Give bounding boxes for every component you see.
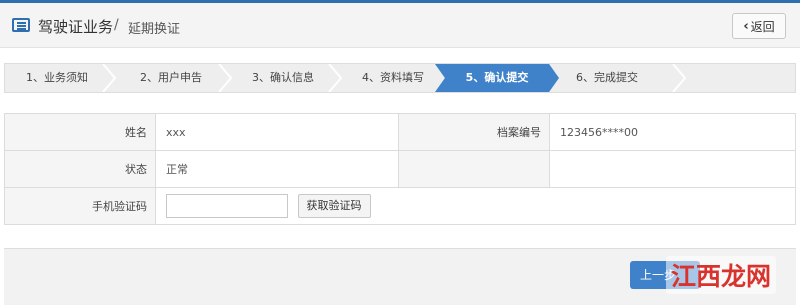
phone-code-input[interactable]	[166, 194, 288, 218]
empty-cell	[549, 150, 796, 188]
table-row: 姓名 xxx 档案编号 123456****00	[4, 113, 796, 151]
step-5-active: 5、确认提交	[435, 64, 559, 92]
step-label: 5、确认提交	[465, 71, 529, 84]
file-no-label: 档案编号	[398, 113, 550, 151]
step-label: 6、完成提交	[576, 71, 638, 84]
step-1: 1、业务须知	[5, 64, 109, 92]
phone-code-label: 手机验证码	[4, 187, 156, 225]
svg-text:江西龙网: 江西龙网	[671, 262, 771, 291]
get-code-button[interactable]: 获取验证码	[297, 194, 371, 218]
step-label: 3、确认信息	[252, 71, 314, 84]
breadcrumb-separator: /	[114, 17, 119, 33]
chevron-left-icon: ‹	[743, 18, 749, 34]
page-title: 驾驶证业务	[38, 18, 114, 36]
step-label: 4、资料填写	[362, 71, 424, 84]
table-row: 状态 正常	[4, 150, 796, 188]
table-row: 手机验证码 获取验证码	[4, 187, 796, 225]
empty-cell	[398, 150, 550, 188]
list-icon	[12, 18, 30, 32]
watermark-logo: 江西龙网	[666, 256, 776, 294]
back-button[interactable]: ‹ 返回	[732, 13, 786, 39]
name-value: xxx	[155, 113, 399, 151]
step-label: 2、用户申告	[140, 71, 202, 84]
step-3: 3、确认信息	[229, 64, 337, 92]
page-header: 驾驶证业务 / 延期换证 ‹ 返回	[0, 3, 800, 48]
step-4: 4、资料填写	[339, 64, 447, 92]
phone-code-cell: 获取验证码	[155, 187, 796, 225]
status-value: 正常	[155, 150, 399, 188]
step-divider-icon	[102, 64, 117, 92]
status-label: 状态	[4, 150, 156, 188]
name-label: 姓名	[4, 113, 156, 151]
step-6: 6、完成提交	[551, 64, 663, 92]
step-label: 1、业务须知	[26, 71, 88, 84]
breadcrumb-current: 延期换证	[128, 22, 181, 37]
step-2: 2、用户申告	[117, 64, 225, 92]
back-button-label: 返回	[750, 19, 775, 34]
confirm-info-table: 姓名 xxx 档案编号 123456****00 状态 正常 手机验证码 获取验…	[4, 113, 796, 225]
step-divider-icon	[672, 64, 687, 92]
step-progress-bar: 1、业务须知 2、用户申告 3、确认信息 4、资料填写 5、确认提交 6、完成提…	[4, 63, 796, 93]
file-no-value: 123456****00	[549, 113, 796, 151]
